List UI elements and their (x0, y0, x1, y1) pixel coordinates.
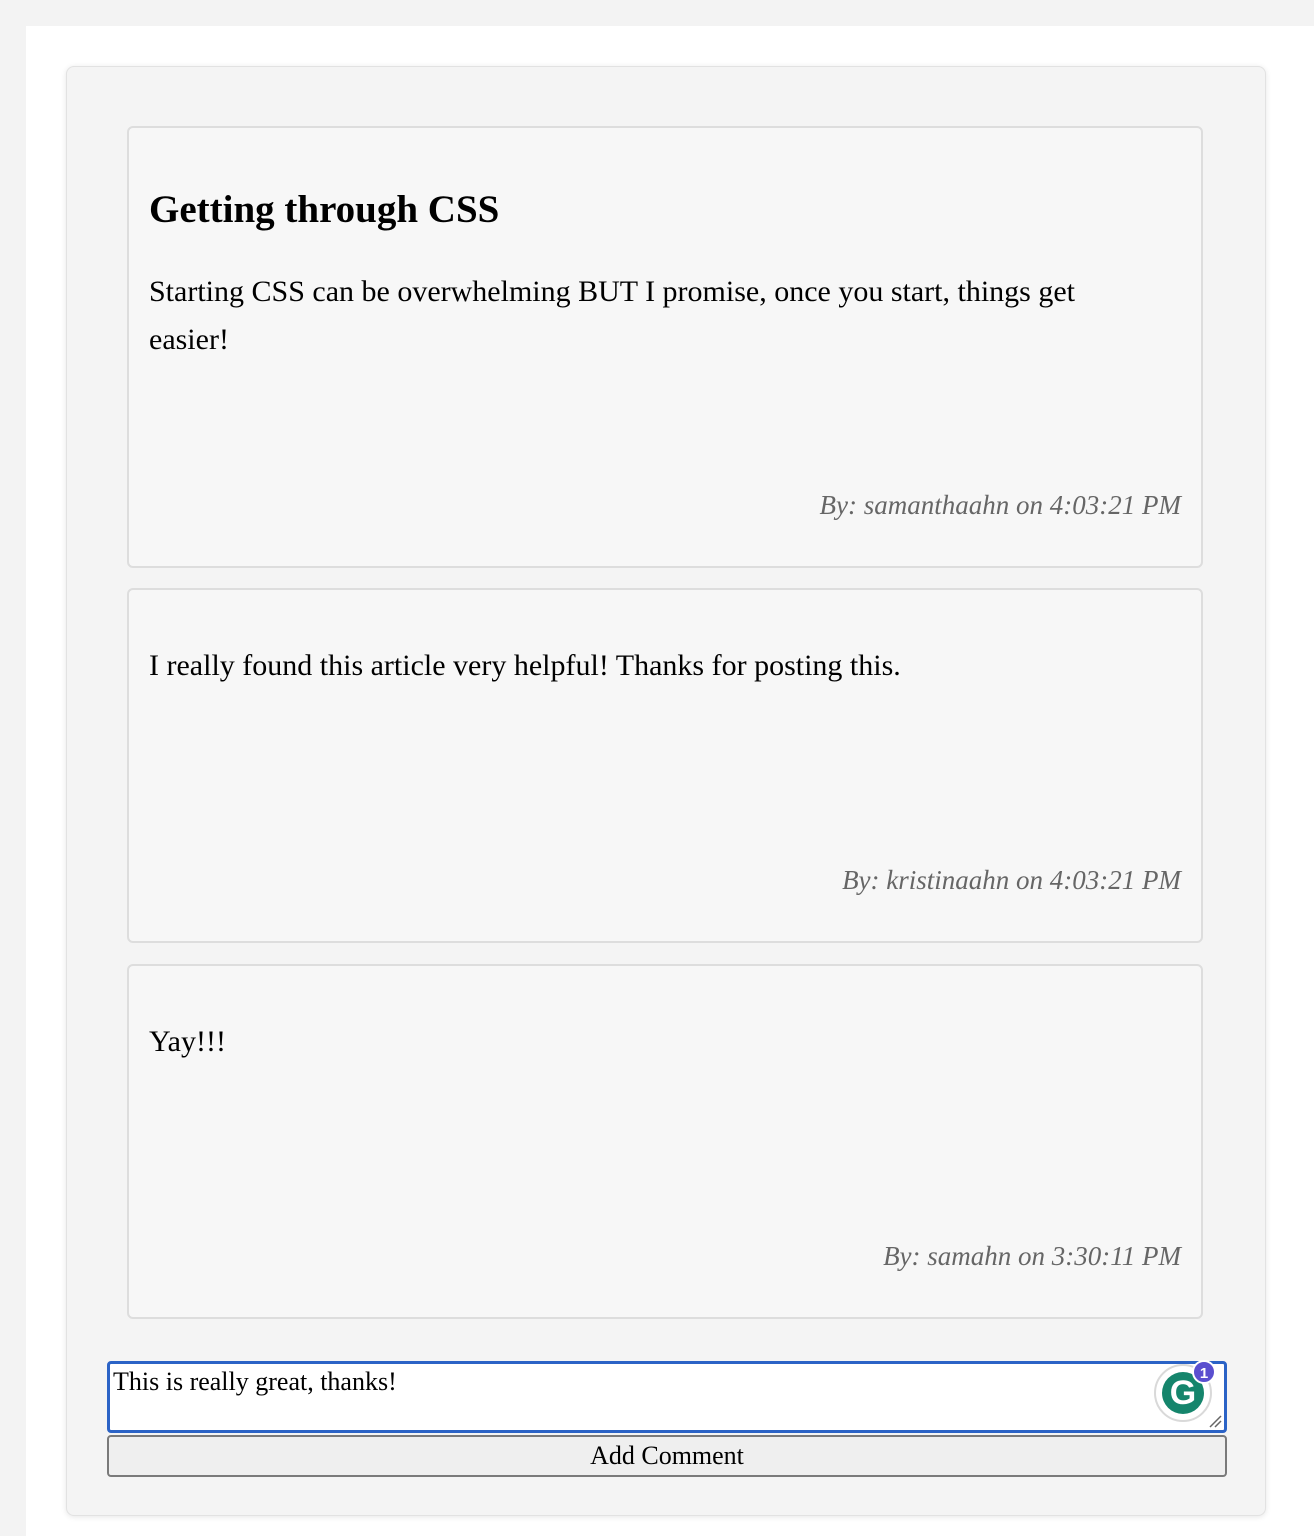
comment-textarea[interactable]: This is really great, thanks! (113, 1367, 1113, 1427)
page-background: Getting through CSS Starting CSS can be … (26, 26, 1314, 1536)
grammarly-count-badge: 1 (1192, 1360, 1216, 1384)
comment-body: Yay!!! (149, 1025, 226, 1058)
comment-card: I really found this article very helpful… (127, 588, 1203, 943)
comment-body: I really found this article very helpful… (149, 649, 901, 682)
comment-input-container[interactable]: This is really great, thanks! G 1 (107, 1360, 1227, 1433)
post-panel: Getting through CSS Starting CSS can be … (66, 66, 1266, 1516)
grammarly-badge[interactable]: G 1 (1154, 1360, 1216, 1422)
post-title: Getting through CSS (149, 188, 500, 231)
post-byline: By: samanthaahn on 4:03:21 PM (819, 490, 1181, 520)
post-card: Getting through CSS Starting CSS can be … (127, 126, 1203, 568)
comment-byline: By: samahn on 3:30:11 PM (883, 1241, 1181, 1271)
resize-handle-icon[interactable] (1208, 1414, 1222, 1428)
post-body: Starting CSS can be overwhelming BUT I p… (149, 275, 1075, 356)
add-comment-button[interactable]: Add Comment (107, 1435, 1227, 1477)
comment-byline: By: kristinaahn on 4:03:21 PM (842, 865, 1181, 895)
comment-card: Yay!!! By: samahn on 3:30:11 PM (127, 964, 1203, 1319)
